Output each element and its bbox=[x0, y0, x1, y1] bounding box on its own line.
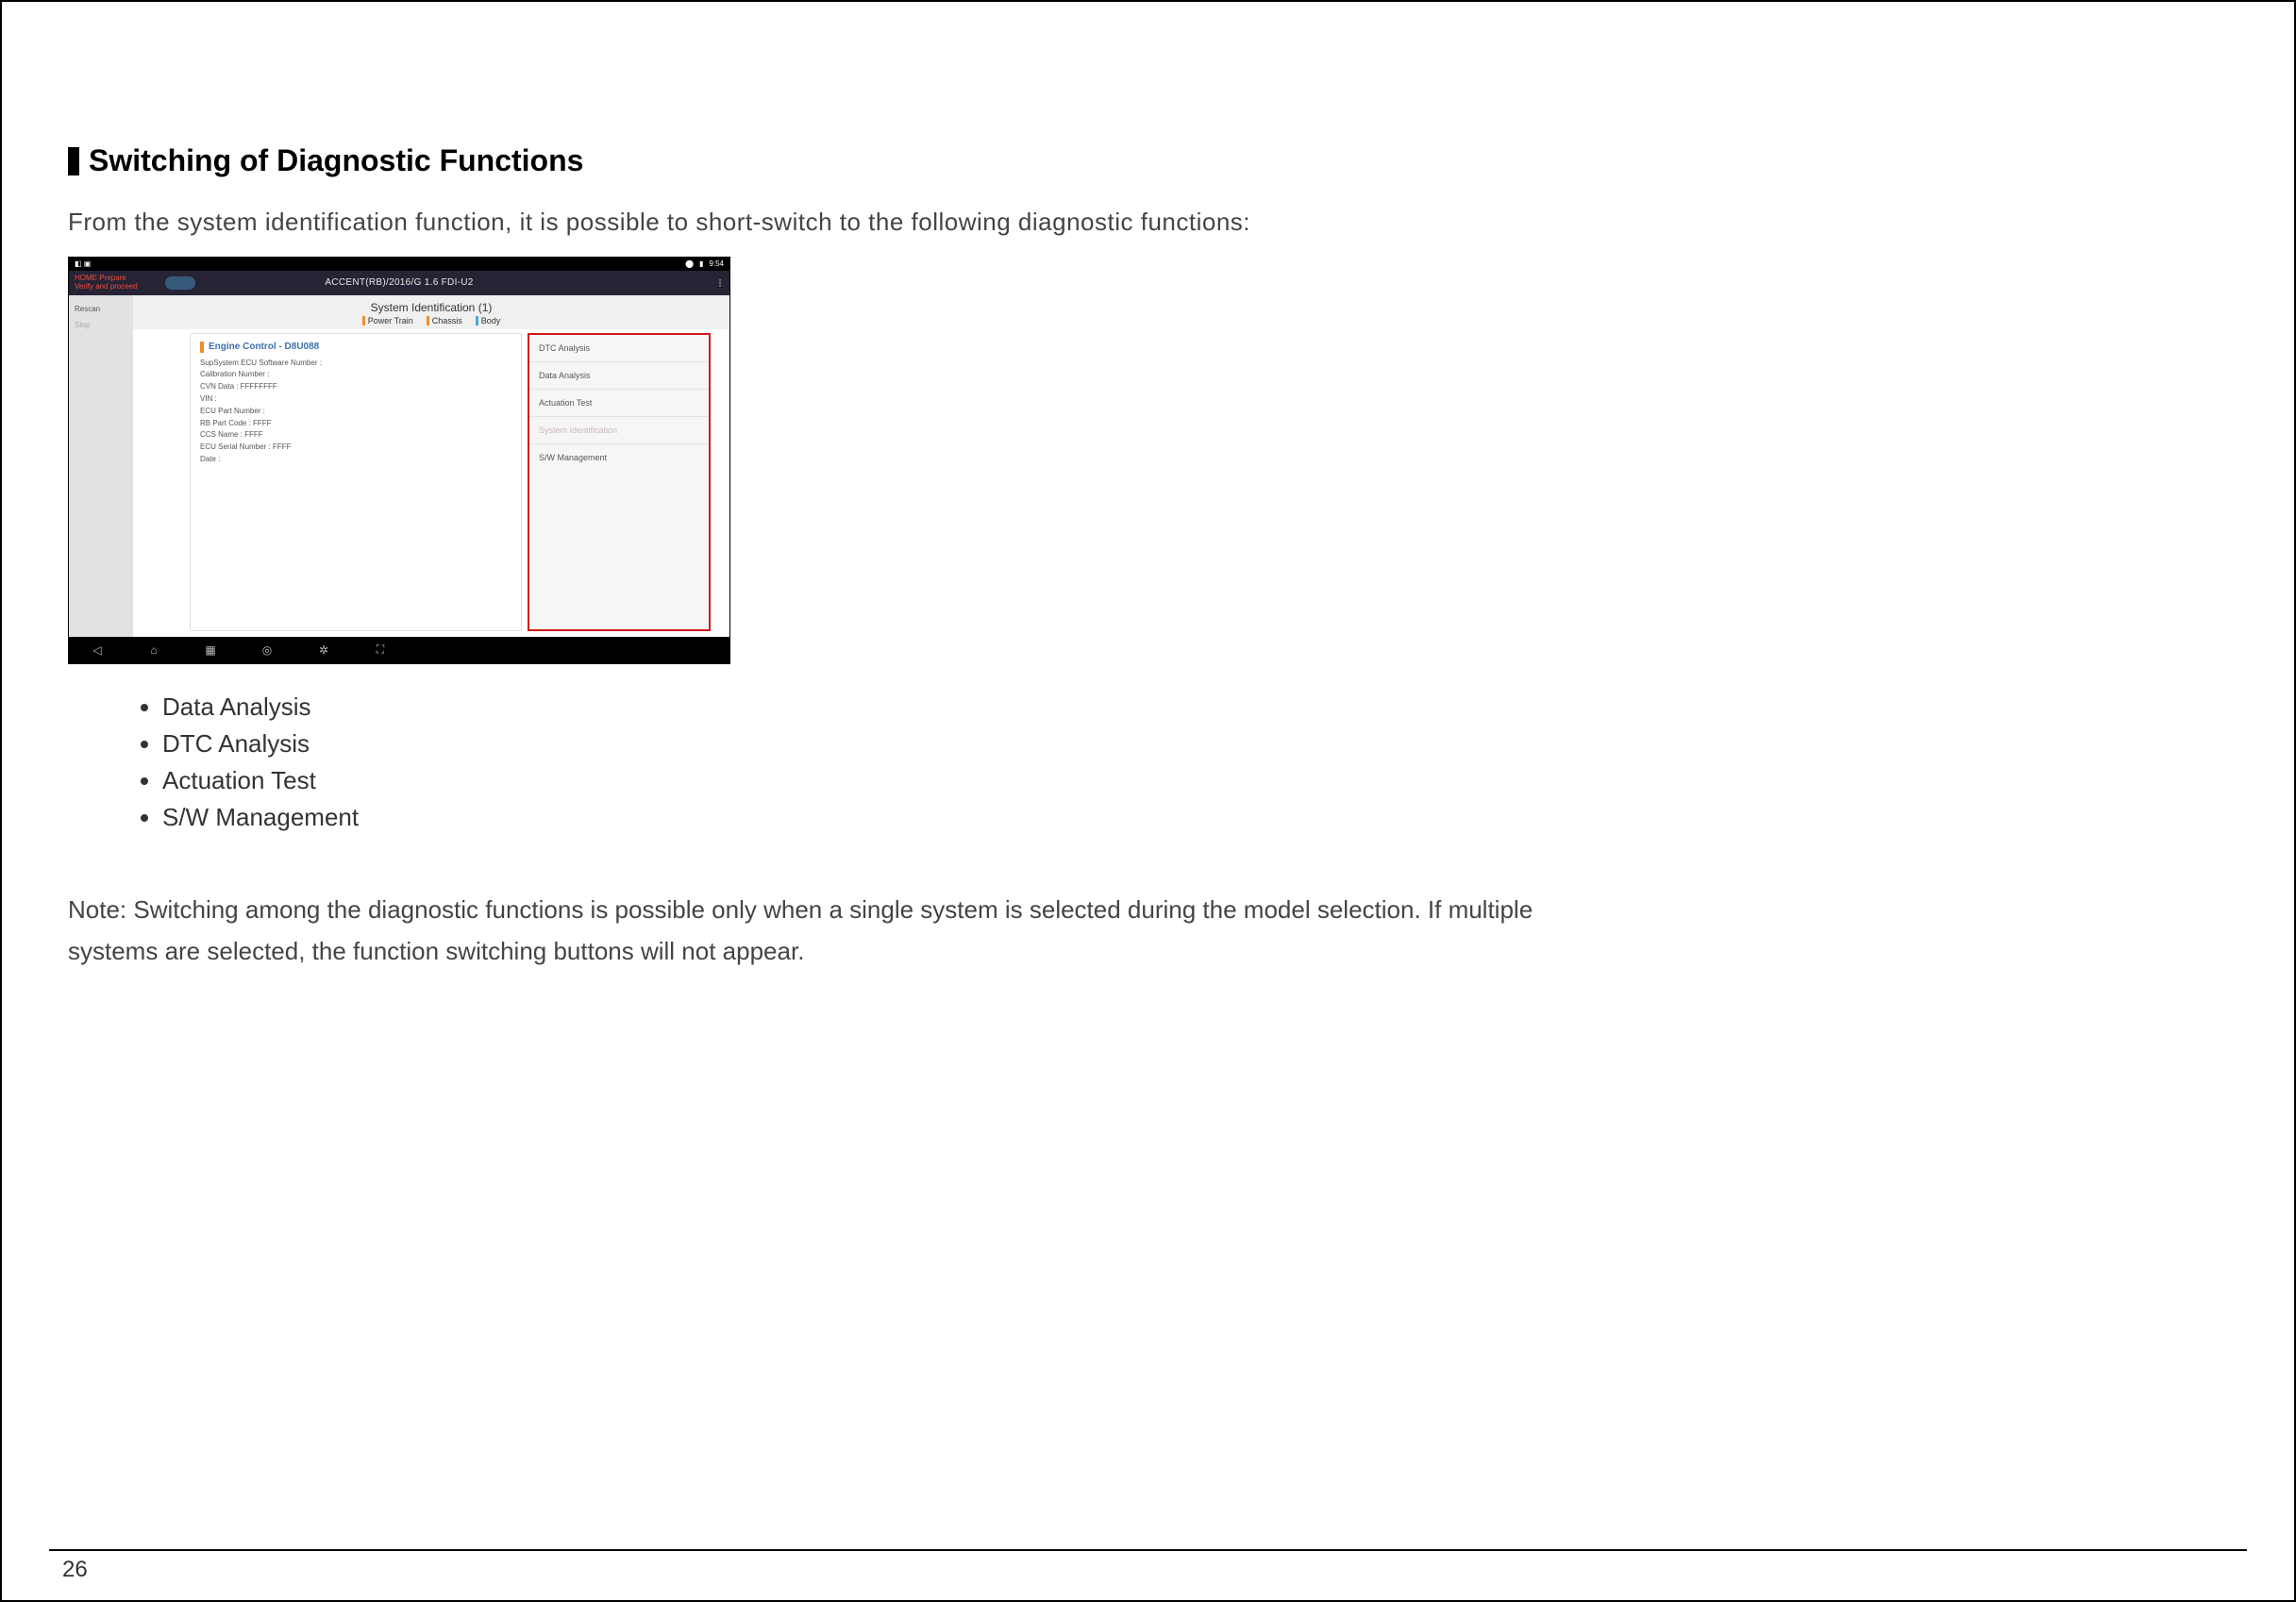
android-navbar: ◁ ⌂ ▦ ◎ ✲ ⛶ bbox=[69, 637, 729, 663]
wifi-icon: ⬤ bbox=[685, 259, 694, 268]
system-card-title: Engine Control - D8U088 bbox=[209, 342, 319, 352]
bullet-item: DTC Analysis bbox=[162, 729, 2228, 759]
page-number: 26 bbox=[62, 1557, 88, 1583]
status-left: ◧ ▣ bbox=[75, 259, 91, 268]
main-panel: System Identification (1) Power Train Ch… bbox=[133, 295, 729, 637]
filter-tabs: Power Train Chassis Body bbox=[133, 316, 729, 329]
section-title-text: Switching of Diagnostic Functions bbox=[89, 143, 583, 178]
panel-subtitle: System Identification (1) bbox=[133, 295, 729, 316]
document-page: Switching of Diagnostic Functions From t… bbox=[0, 0, 2296, 1602]
bullet-list: Data Analysis DTC Analysis Actuation Tes… bbox=[125, 693, 2228, 832]
card-line: ECU Part Number : bbox=[200, 407, 511, 417]
nav-home-icon[interactable]: ⌂ bbox=[126, 643, 182, 657]
menu-item-sw[interactable]: S/W Management bbox=[529, 444, 709, 471]
diagnostic-menu-highlight: DTC Analysis Data Analysis Actuation Tes… bbox=[528, 333, 711, 631]
status-time: 9:54 bbox=[709, 259, 724, 268]
menu-item-dtc[interactable]: DTC Analysis bbox=[529, 335, 709, 362]
bullet-item: Data Analysis bbox=[162, 693, 2228, 722]
left-sidebar: Rescan Stop bbox=[69, 295, 133, 637]
section-intro: From the system identification function,… bbox=[68, 203, 1578, 242]
card-line: SupSystem ECU Software Number : bbox=[200, 359, 511, 369]
card-line: RB Part Code : FFFF bbox=[200, 419, 511, 429]
app-header: HOME Prepare Verify and proceed ACCENT(R… bbox=[69, 271, 729, 295]
content-row: Engine Control - D8U088 SupSystem ECU So… bbox=[133, 329, 729, 637]
screenshot-body: Rescan Stop System Identification (1) Po… bbox=[69, 295, 729, 637]
nav-expand-icon[interactable]: ⛶ bbox=[352, 642, 409, 657]
card-line: CVN Data : FFFFFFFF bbox=[200, 382, 511, 392]
sidebar-stop[interactable]: Stop bbox=[69, 317, 133, 333]
card-accent-icon bbox=[200, 342, 204, 353]
system-card[interactable]: Engine Control - D8U088 SupSystem ECU So… bbox=[190, 333, 522, 631]
home-badge[interactable]: HOME Prepare Verify and proceed bbox=[69, 275, 159, 292]
card-line: VIN : bbox=[200, 394, 511, 405]
android-status-bar: ◧ ▣ ⬤ ▮ 9:54 bbox=[69, 258, 729, 271]
filter-powertrain[interactable]: Power Train bbox=[362, 316, 413, 325]
nav-circle-icon[interactable]: ◎ bbox=[239, 643, 295, 657]
bullet-item: Actuation Test bbox=[162, 766, 2228, 795]
bullet-item: S/W Management bbox=[162, 803, 2228, 832]
card-line: Date : bbox=[200, 455, 511, 465]
battery-icon: ▮ bbox=[699, 259, 703, 268]
system-card-header: Engine Control - D8U088 bbox=[200, 342, 511, 353]
note-paragraph: Note: Switching among the diagnostic fun… bbox=[68, 889, 1578, 972]
footer-rule bbox=[49, 1549, 2247, 1551]
filter-chassis[interactable]: Chassis bbox=[427, 316, 462, 325]
filter-body[interactable]: Body bbox=[476, 316, 501, 325]
nav-gear-icon[interactable]: ✲ bbox=[295, 643, 352, 657]
nav-grid-icon[interactable]: ▦ bbox=[182, 643, 239, 657]
header-menu-icon[interactable]: ⁝ bbox=[718, 276, 729, 290]
menu-item-sysid: System Identification bbox=[529, 417, 709, 444]
nav-back-icon[interactable]: ◁ bbox=[69, 643, 126, 657]
embedded-screenshot: ◧ ▣ ⬤ ▮ 9:54 HOME Prepare Verify and pro… bbox=[68, 257, 730, 664]
card-line: Calibration Number : bbox=[200, 370, 511, 380]
section-title: Switching of Diagnostic Functions bbox=[68, 143, 2228, 178]
card-line: ECU Serial Number : FFFF bbox=[200, 442, 511, 453]
home-badge-l2: Verify and proceed bbox=[75, 283, 159, 292]
sidebar-rescan[interactable]: Rescan bbox=[69, 301, 133, 317]
card-line: CCS Name : FFFF bbox=[200, 430, 511, 441]
menu-item-actuation[interactable]: Actuation Test bbox=[529, 390, 709, 417]
status-right: ⬤ ▮ 9:54 bbox=[685, 259, 724, 268]
menu-item-data[interactable]: Data Analysis bbox=[529, 362, 709, 390]
vin-pill[interactable] bbox=[165, 276, 195, 290]
vehicle-label: ACCENT(RB)/2016/G 1.6 FDI-U2 bbox=[325, 277, 473, 288]
title-bar-icon bbox=[68, 147, 79, 175]
